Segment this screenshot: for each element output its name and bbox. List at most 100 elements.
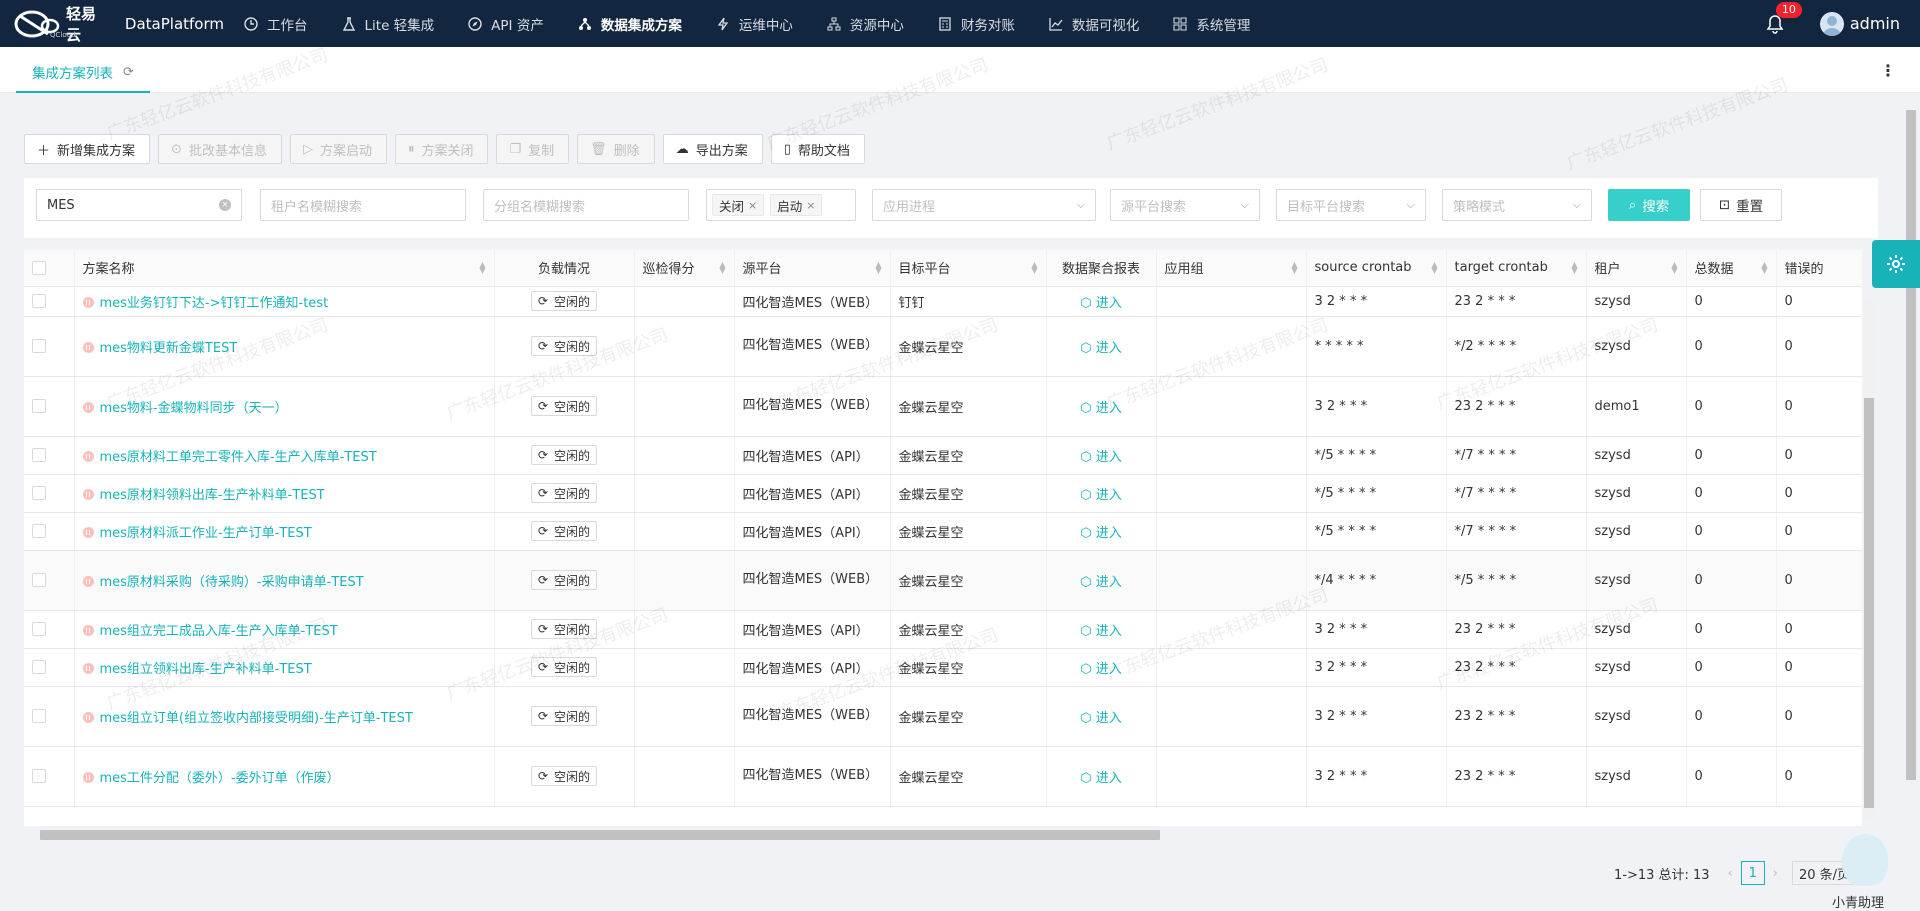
scheme-name-link[interactable]: mes组立完工成品入库-生产入库单-TEST	[100, 624, 338, 639]
start-scheme-button[interactable]: ▷ 方案启动	[289, 134, 387, 164]
prev-page-icon[interactable]: ‹	[1728, 866, 1733, 881]
scheme-name-link[interactable]: mes物料更新金蝶TEST	[100, 341, 238, 356]
table-row[interactable]: mes原材料派工作业-生产订单-TEST ⟳ 空闲的 四化智造MES（API） 金蝶云星…	[24, 512, 1862, 551]
enter-link[interactable]: ⬡ 进入	[1080, 771, 1122, 786]
scheme-name-link[interactable]: mes组立领料出库-生产补料单-TEST	[100, 662, 312, 677]
row-checkbox[interactable]	[32, 399, 46, 413]
column-header[interactable]: 源平台 ▲ ▼	[734, 250, 891, 287]
enter-link[interactable]: ⬡ 进入	[1080, 296, 1122, 311]
row-checkbox[interactable]	[32, 524, 46, 538]
report-cell[interactable]: ⬡ 进入	[1046, 512, 1157, 551]
tag-close-icon[interactable]: ×	[806, 199, 815, 212]
search-button[interactable]: ⌕ 搜索	[1608, 189, 1690, 221]
report-cell[interactable]: ⬡ 进入	[1046, 286, 1157, 317]
nav-item-workbench[interactable]: 工作台	[244, 14, 308, 34]
sort-icon[interactable]: ▲ ▼	[875, 261, 881, 275]
column-header[interactable]: 巡检得分 ▲ ▼	[634, 250, 735, 287]
sort-icon[interactable]: ▲ ▼	[719, 261, 725, 275]
table-row[interactable]: mes原材料领料出库-生产补料单-TEST ⟳ 空闲的 四化智造MES（API） 金蝶云…	[24, 474, 1862, 513]
nav-item-system[interactable]: 系统管理	[1173, 14, 1250, 34]
row-checkbox[interactable]	[32, 769, 46, 783]
assistant-avatar[interactable]	[1842, 834, 1888, 886]
source-platform-select[interactable]: 源平台搜索 ⌵	[1110, 189, 1260, 221]
scheme-name-cell[interactable]: mes原材料派工作业-生产订单-TEST	[74, 512, 495, 551]
scheme-name-link[interactable]: mes原材料工单完工零件入库-生产入库单-TEST	[100, 450, 377, 465]
column-header[interactable]: 应用组 ▲ ▼	[1156, 250, 1307, 287]
notification-button[interactable]: 10	[1766, 1, 1802, 34]
sort-icon[interactable]: ▲ ▼	[1031, 261, 1037, 275]
column-header[interactable]: source crontab ▲ ▼	[1306, 250, 1447, 287]
report-cell[interactable]: ⬡ 进入	[1046, 376, 1157, 437]
group-search-input[interactable]: 分组名模糊搜索	[483, 189, 689, 221]
column-header[interactable]: target crontab ▲ ▼	[1446, 250, 1587, 287]
target-platform-select[interactable]: 目标平台搜索 ⌵	[1276, 189, 1426, 221]
report-cell[interactable]: ⬡ 进入	[1046, 746, 1157, 807]
refresh-icon[interactable]: ⟳	[123, 65, 134, 80]
more-icon[interactable]: ⋮	[1880, 61, 1896, 80]
scheme-name-link[interactable]: mes物料-金蝶物料同步（天一）	[100, 401, 288, 416]
nav-item-ops[interactable]: 运维中心	[716, 14, 793, 34]
scheme-name-cell[interactable]: mes业务钉钉下达->钉钉工作通知-test	[74, 286, 495, 317]
reset-button[interactable]: ⊡ 重置	[1700, 189, 1782, 221]
clear-icon[interactable]: ×	[219, 199, 231, 211]
enter-link[interactable]: ⬡ 进入	[1080, 624, 1122, 639]
tab-scheme-list[interactable]: 集成方案列表 ⟳	[16, 53, 150, 93]
enter-link[interactable]: ⬡ 进入	[1080, 711, 1122, 726]
sort-icon[interactable]: ▲ ▼	[479, 261, 485, 275]
column-header[interactable]: 目标平台 ▲ ▼	[890, 250, 1047, 287]
report-cell[interactable]: ⬡ 进入	[1046, 316, 1157, 377]
copy-button[interactable]: ❐ 复制	[496, 134, 570, 164]
row-checkbox[interactable]	[32, 709, 46, 723]
process-select[interactable]: 应用进程 ⌵	[872, 189, 1096, 221]
select-all-checkbox[interactable]	[32, 260, 46, 275]
column-header[interactable]: 租户 ▲ ▼	[1586, 250, 1687, 287]
table-row[interactable]: mes原材料工单完工零件入库-生产入库单-TEST ⟳ 空闲的 四化智造MES（API…	[24, 436, 1862, 475]
scheme-name-cell[interactable]: mes组立领料出库-生产补料单-TEST	[74, 648, 495, 687]
scheme-name-link[interactable]: mes原材料领料出库-生产补料单-TEST	[100, 488, 325, 503]
enter-link[interactable]: ⬡ 进入	[1080, 662, 1122, 677]
delete-button[interactable]: 🗑 删除	[577, 134, 655, 164]
report-cell[interactable]: ⬡ 进入	[1046, 474, 1157, 513]
scheme-name-link[interactable]: mes原材料派工作业-生产订单-TEST	[100, 526, 312, 541]
table-row[interactable]: mes业务钉钉下达->钉钉工作通知-test ⟳ 空闲的 四化智造MES（WEB） 钉钉…	[24, 286, 1862, 317]
page-number[interactable]: 1	[1740, 861, 1765, 885]
strategy-select[interactable]: 策略模式 ⌵	[1442, 189, 1592, 221]
avatar[interactable]	[1819, 11, 1844, 36]
settings-button[interactable]	[1872, 240, 1920, 288]
nav-item-finance[interactable]: 财务对账	[938, 14, 1015, 34]
assistant-label[interactable]: 小青助理	[1832, 892, 1884, 911]
enter-link[interactable]: ⬡ 进入	[1080, 575, 1122, 590]
enter-link[interactable]: ⬡ 进入	[1080, 401, 1122, 416]
help-doc-button[interactable]: ▯ 帮助文档	[770, 134, 865, 164]
enter-link[interactable]: ⬡ 进入	[1080, 526, 1122, 541]
column-header[interactable]: 总数据 ▲ ▼	[1686, 250, 1777, 287]
next-page-icon[interactable]: ›	[1773, 866, 1778, 881]
tag-close-icon[interactable]: ×	[748, 199, 757, 212]
scheme-name-link[interactable]: mes工件分配（委外）-委外订单（作废）	[100, 771, 340, 786]
row-checkbox[interactable]	[32, 294, 46, 308]
status-select[interactable]: 关闭 × 启动 ×	[706, 189, 856, 221]
user-name[interactable]: admin	[1850, 14, 1900, 33]
row-checkbox[interactable]	[32, 660, 46, 674]
row-checkbox[interactable]	[32, 339, 46, 353]
scheme-name-cell[interactable]: mes物料更新金蝶TEST	[74, 316, 495, 377]
table-row[interactable]: mes物料-金蝶物料同步（天一） ⟳ 空闲的 四化智造MES（WEB） 金蝶云星空 ⬡ 进…	[24, 376, 1862, 437]
scheme-name-link[interactable]: mes业务钉钉下达->钉钉工作通知-test	[100, 296, 329, 311]
scheme-name-cell[interactable]: mes组立完工成品入库-生产入库单-TEST	[74, 610, 495, 649]
table-row[interactable]: mes物料更新金蝶TEST ⟳ 空闲的 四化智造MES（WEB） 金蝶云星空 ⬡ 进入 * …	[24, 316, 1862, 377]
batch-edit-button[interactable]: ⊙ 批改基本信息	[158, 134, 282, 164]
column-header[interactable]: 方案名称 ▲ ▼	[74, 250, 495, 287]
scheme-name-link[interactable]: mes组立订单(组立签收内部接受明细)-生产订单-TEST	[100, 711, 413, 726]
table-row[interactable]: mes组立订单(组立签收内部接受明细)-生产订单-TEST ⟳ 空闲的 四化智造MES…	[24, 686, 1862, 747]
nav-item-resources[interactable]: 资源中心	[827, 14, 904, 34]
report-cell[interactable]: ⬡ 进入	[1046, 648, 1157, 687]
table-row[interactable]: mes组立完工成品入库-生产入库单-TEST ⟳ 空闲的 四化智造MES（API） 金蝶…	[24, 610, 1862, 649]
row-checkbox[interactable]	[32, 622, 46, 636]
tenant-search-input[interactable]: 租户名模糊搜索	[260, 189, 466, 221]
scheme-name-link[interactable]: mes原材料采购（待采购）-采购申请单-TEST	[100, 575, 364, 590]
table-row[interactable]: mes工件分配（委外）-委外订单（作废） ⟳ 空闲的 四化智造MES（WEB） 金蝶云星…	[24, 746, 1862, 807]
scheme-name-cell[interactable]: mes原材料工单完工零件入库-生产入库单-TEST	[74, 436, 495, 475]
enter-link[interactable]: ⬡ 进入	[1080, 488, 1122, 503]
close-scheme-button[interactable]: ⏸ 方案关闭	[394, 134, 489, 164]
report-cell[interactable]: ⬡ 进入	[1046, 550, 1157, 611]
